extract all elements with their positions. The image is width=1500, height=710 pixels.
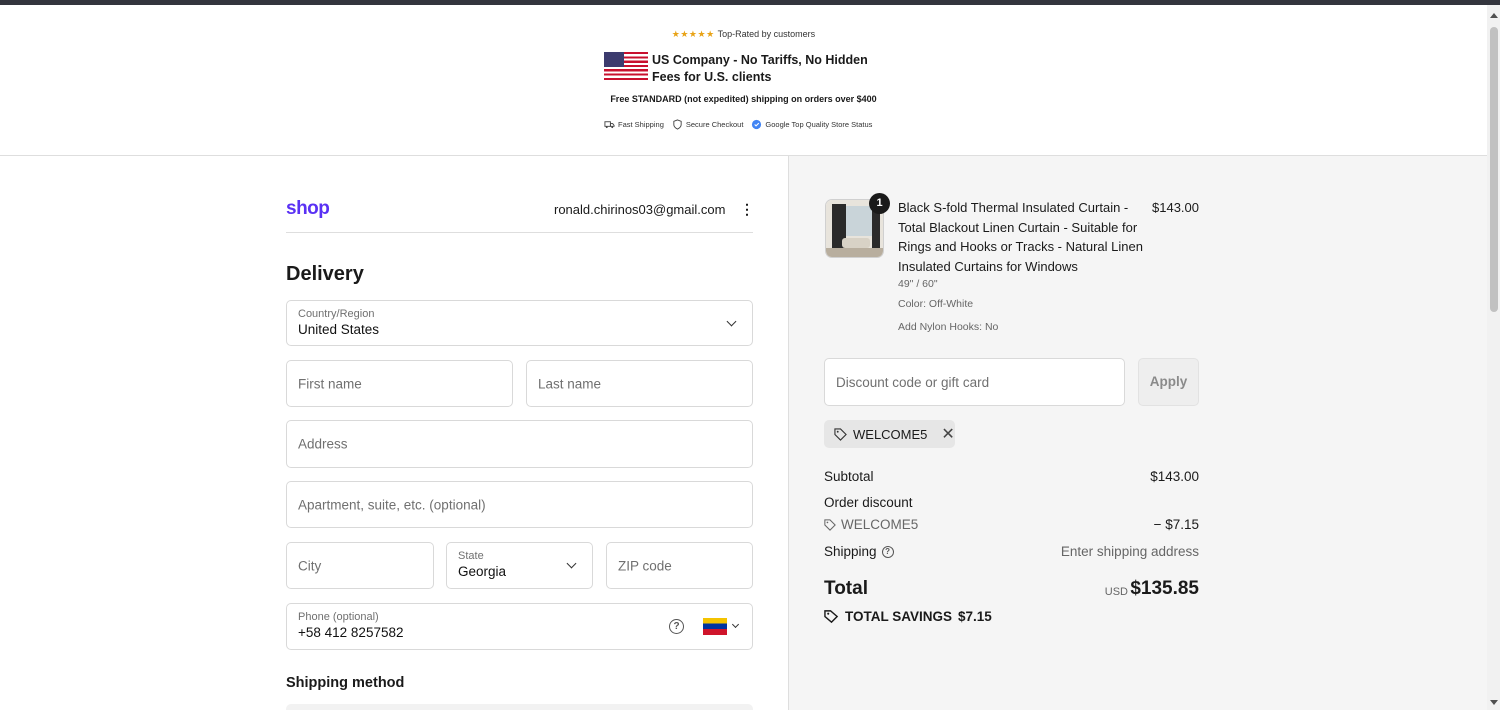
last-name-field[interactable]: Last name	[526, 360, 753, 407]
apartment-field[interactable]: Apartment, suite, etc. (optional)	[286, 481, 753, 528]
subtotal-row: Subtotal $143.00	[824, 469, 1199, 484]
trust-badges: Fast Shipping Secure Checkout Google Top…	[604, 119, 872, 130]
shipping-label-group: Shipping ?	[824, 544, 894, 559]
product-size: 49" / 60"	[898, 278, 938, 290]
shipping-label: Shipping	[824, 544, 877, 559]
badge-google-store: Google Top Quality Store Status	[751, 119, 872, 130]
shield-icon	[673, 119, 682, 130]
order-discount-row: Order discount	[824, 495, 1199, 510]
tag-icon	[834, 427, 847, 441]
us-flag-icon	[604, 52, 648, 80]
truck-icon	[604, 121, 615, 129]
remove-discount-icon[interactable]: ✕	[941, 424, 954, 444]
us-company-line: US Company - No Tariffs, No Hidden Fees …	[604, 52, 892, 86]
country-value: United States	[298, 322, 380, 337]
apply-discount-button[interactable]: Apply	[1138, 358, 1199, 406]
product-price: $143.00	[1152, 200, 1199, 215]
discount-code-input[interactable]: Discount code or gift card	[824, 358, 1125, 406]
shipping-method-box	[286, 704, 753, 710]
state-value: Georgia	[458, 564, 507, 579]
savings-label: TOTAL SAVINGS	[845, 609, 953, 624]
product-hooks: Add Nylon Hooks: No	[898, 321, 999, 333]
discount-code-line: WELCOME5	[824, 517, 918, 532]
phone-label: Phone (optional)	[298, 611, 379, 623]
chevron-down-icon[interactable]	[731, 620, 740, 629]
shipping-value: Enter shipping address	[1060, 544, 1199, 559]
scroll-up-arrow-icon[interactable]	[1490, 13, 1498, 18]
applied-discount-chip: WELCOME5 ✕	[824, 420, 955, 448]
shipping-help-icon[interactable]: ?	[881, 545, 894, 558]
total-currency: USD	[1104, 586, 1128, 598]
state-label: State	[458, 550, 484, 562]
savings-value: $7.15	[958, 609, 992, 624]
state-select[interactable]: State Georgia	[446, 542, 593, 589]
shop-logo[interactable]: shop	[286, 198, 330, 220]
tags-icon	[824, 610, 839, 624]
total-label: Total	[824, 578, 868, 599]
venezuela-flag-icon[interactable]	[703, 618, 727, 635]
discount-code-row: WELCOME5 − $7.15	[824, 517, 1199, 532]
address-field[interactable]: Address	[286, 420, 753, 468]
shipping-method-heading: Shipping method	[286, 675, 405, 691]
badge-fast-shipping: Fast Shipping	[604, 119, 664, 130]
zip-placeholder: ZIP code	[618, 558, 672, 573]
rating-stars: ★★★★★	[671, 29, 715, 39]
help-icon[interactable]: ?	[669, 619, 684, 634]
badge-secure-checkout: Secure Checkout	[672, 119, 743, 130]
discount-code-text: WELCOME5	[841, 517, 919, 532]
account-email: ronald.chirinos03@gmail.com	[554, 202, 726, 217]
subtotal-value: $143.00	[1150, 469, 1199, 484]
zip-field[interactable]: ZIP code	[606, 542, 753, 589]
apartment-placeholder: Apartment, suite, etc. (optional)	[298, 497, 486, 512]
rating-line: ★★★★★ Top-Rated by customers	[0, 29, 1487, 40]
chevron-down-icon	[566, 558, 577, 569]
address-placeholder: Address	[298, 436, 348, 452]
total-value: $135.85	[1130, 578, 1199, 599]
discount-placeholder: Discount code or gift card	[836, 375, 990, 390]
google-badge-icon	[752, 119, 762, 130]
total-savings: TOTAL SAVINGS $7.15	[824, 609, 992, 624]
first-name-field[interactable]: First name	[286, 360, 513, 407]
page-scrollbar[interactable]	[1487, 5, 1500, 710]
account-menu-icon[interactable]: ⋮	[740, 201, 754, 217]
scrollbar-thumb[interactable]	[1490, 27, 1498, 312]
country-label: Country/Region	[298, 308, 375, 320]
country-select[interactable]: Country/Region United States	[286, 300, 753, 346]
order-discount-label: Order discount	[824, 495, 913, 510]
discount-value: − $7.15	[1153, 517, 1199, 532]
first-name-placeholder: First name	[298, 376, 362, 391]
shipping-row: Shipping ? Enter shipping address	[824, 544, 1199, 559]
subtotal-label: Subtotal	[824, 469, 874, 484]
us-company-text: US Company - No Tariffs, No Hidden Fees …	[652, 53, 868, 84]
last-name-placeholder: Last name	[538, 376, 602, 391]
scroll-down-arrow-icon[interactable]	[1490, 700, 1498, 705]
city-placeholder: City	[298, 558, 322, 573]
chevron-down-icon	[726, 316, 737, 327]
applied-code: WELCOME5	[853, 426, 928, 442]
city-field[interactable]: City	[286, 542, 434, 589]
free-shipping-text: Free STANDARD (not expedited) shipping o…	[610, 94, 877, 104]
rating-text: Top-Rated by customers	[717, 29, 816, 39]
phone-value: +58 412 8257582	[298, 625, 404, 640]
delivery-heading: Delivery	[286, 263, 364, 285]
header-divider	[286, 232, 753, 233]
quantity-badge: 1	[869, 193, 890, 214]
trust-banner: ★★★★★ Top-Rated by customers US Company -…	[0, 5, 1487, 156]
product-name: Black S-fold Thermal Insulated Curtain -…	[898, 200, 1143, 274]
tag-icon	[824, 518, 836, 531]
product-color: Color: Off-White	[898, 298, 974, 310]
phone-field[interactable]: Phone (optional) +58 412 8257582 ?	[286, 603, 753, 650]
